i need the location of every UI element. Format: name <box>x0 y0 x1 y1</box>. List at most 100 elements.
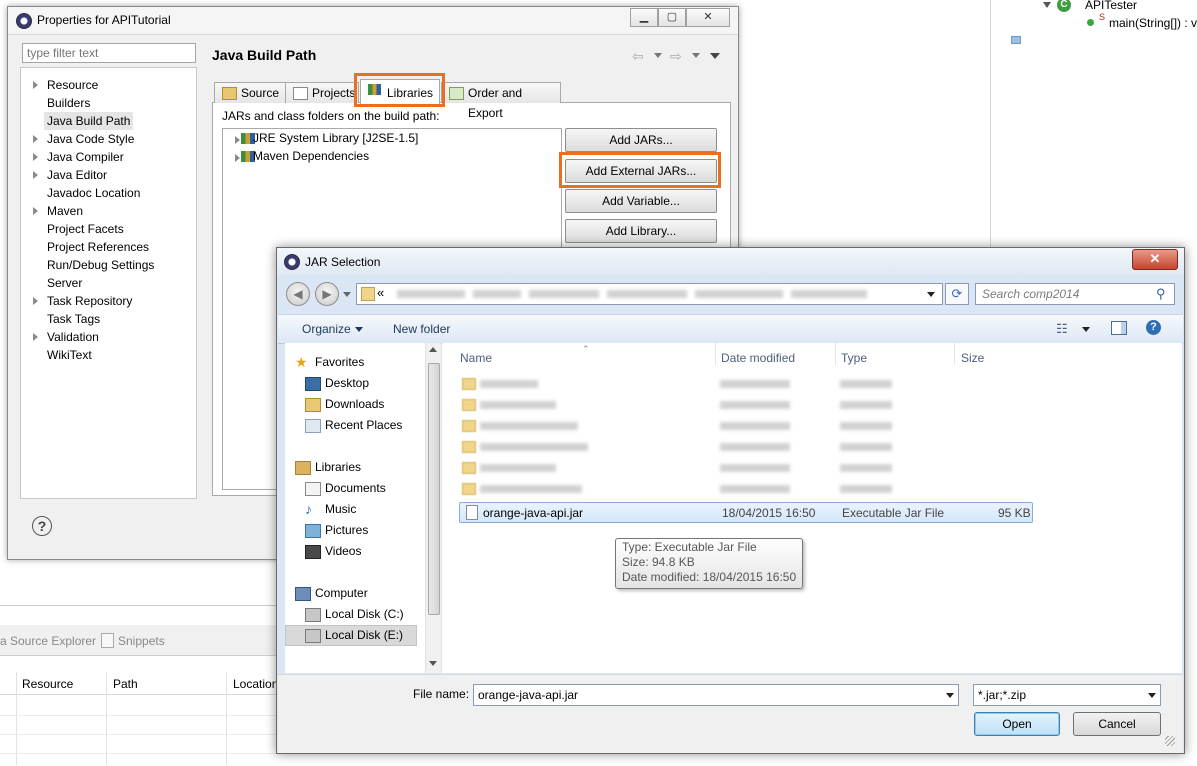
scroll-up-icon[interactable] <box>429 347 437 352</box>
nav-item[interactable]: Builders <box>47 94 90 112</box>
forward-button[interactable]: ▶ <box>315 282 339 306</box>
nav-item[interactable]: Task Repository <box>47 292 132 310</box>
expand-arrow-icon[interactable] <box>33 135 38 143</box>
col-date-modified[interactable]: Date modified <box>721 351 795 365</box>
nav-item[interactable]: Java Editor <box>47 166 107 184</box>
resize-grip-icon[interactable] <box>1165 736 1175 746</box>
nav-item[interactable]: Task Tags <box>47 310 100 328</box>
selected-file-row[interactable]: orange-java-api.jar 18/04/2015 16:50 Exe… <box>459 502 1033 523</box>
tab-source[interactable]: Source <box>214 82 288 103</box>
scroll-down-icon[interactable] <box>429 661 437 666</box>
close-button[interactable]: ✕ <box>686 8 730 27</box>
table-row[interactable] <box>458 416 1018 435</box>
filter-input[interactable] <box>22 43 196 63</box>
col-location[interactable]: Location <box>233 677 278 691</box>
nav-pane-item[interactable]: Computer <box>315 584 368 602</box>
forward-arrow-icon[interactable]: ⇨ <box>670 48 682 65</box>
search-icon[interactable]: ⚲ <box>1156 286 1166 302</box>
table-row[interactable] <box>458 395 1018 414</box>
library-maven-dependencies[interactable]: Maven Dependencies <box>253 147 369 165</box>
nav-pane-item[interactable]: Recent Places <box>325 416 402 434</box>
expand-arrow-icon[interactable] <box>1043 2 1051 8</box>
nav-item[interactable]: Java Build Path <box>44 112 134 130</box>
view-icon[interactable]: ☷ <box>1056 321 1068 337</box>
add-jars-button[interactable]: Add JARs... <box>565 128 717 152</box>
view-menu-icon[interactable] <box>710 53 720 63</box>
jar-dialog-title-bar[interactable]: JAR Selection ✕ <box>277 248 1184 275</box>
col-path[interactable]: Path <box>113 677 138 691</box>
nav-pane-item[interactable]: Music <box>325 500 356 518</box>
table-row[interactable] <box>458 458 1018 477</box>
add-library-button[interactable]: Add Library... <box>565 219 717 243</box>
table-row[interactable] <box>458 437 1018 456</box>
nav-item[interactable]: Java Code Style <box>47 130 134 148</box>
minimize-button[interactable]: ▁ <box>630 8 658 27</box>
add-variable-button[interactable]: Add Variable... <box>565 189 717 213</box>
expand-arrow-icon[interactable] <box>33 297 38 305</box>
new-folder-button[interactable]: New folder <box>393 322 450 336</box>
tab-projects[interactable]: Projects <box>285 82 359 103</box>
scrollbar-thumb[interactable] <box>428 363 440 615</box>
nav-pane-item[interactable]: Videos <box>325 542 361 560</box>
col-name[interactable]: Name <box>460 351 492 365</box>
nav-item[interactable]: Validation <box>47 328 99 346</box>
refresh-icon[interactable]: ⟳ <box>945 283 969 305</box>
expand-arrow-icon[interactable] <box>33 171 38 179</box>
expand-arrow-icon[interactable] <box>33 81 38 89</box>
back-dropdown-icon[interactable] <box>654 53 662 62</box>
nav-pane-item[interactable]: Local Disk (C:) <box>325 605 404 623</box>
nav-pane-item[interactable]: Downloads <box>325 395 384 413</box>
tab-order-and-export[interactable]: Order and Export <box>441 82 561 120</box>
filter-dropdown-icon[interactable] <box>1148 693 1156 698</box>
nav-pane-item[interactable]: Local Disk (E:) <box>325 626 403 644</box>
nav-pane-item[interactable]: Documents <box>325 479 386 497</box>
close-button[interactable]: ✕ <box>1132 249 1178 270</box>
col-type[interactable]: Type <box>841 351 867 365</box>
nav-item[interactable]: Resource <box>47 76 98 94</box>
help-icon[interactable]: ? <box>1146 320 1161 335</box>
tab-snippets[interactable]: Snippets <box>118 634 165 648</box>
back-button[interactable]: ◀ <box>286 282 310 306</box>
tab-source-explorer[interactable]: a Source Explorer <box>0 634 96 648</box>
expand-arrow-icon[interactable] <box>33 153 38 161</box>
nav-item[interactable]: Javadoc Location <box>47 184 140 202</box>
expand-arrow-icon[interactable] <box>235 154 240 162</box>
expand-arrow-icon[interactable] <box>33 333 38 341</box>
outline-method-label[interactable]: main(String[]) : v <box>1109 16 1197 30</box>
nav-item[interactable]: Maven <box>47 202 83 220</box>
expand-arrow-icon[interactable] <box>33 207 38 215</box>
outline-class-label[interactable]: APITester <box>1085 0 1137 12</box>
col-size[interactable]: Size <box>961 351 984 365</box>
organize-button[interactable]: Organize <box>302 322 351 336</box>
navigation-scrollbar[interactable] <box>425 343 441 673</box>
col-resource[interactable]: Resource <box>22 677 73 691</box>
nav-pane-item[interactable]: Pictures <box>325 521 368 539</box>
library-jre-system[interactable]: JRE System Library [J2SE-1.5] <box>253 129 418 147</box>
nav-item[interactable]: Run/Debug Settings <box>47 256 154 274</box>
nav-item[interactable]: WikiText <box>47 346 92 364</box>
file-type-filter[interactable]: *.jar;*.zip <box>973 684 1161 706</box>
maximize-button[interactable]: ▢ <box>658 8 686 27</box>
table-row[interactable] <box>458 374 1018 393</box>
table-row[interactable] <box>458 479 1018 498</box>
nav-pane-item[interactable]: Desktop <box>325 374 369 392</box>
help-icon[interactable]: ? <box>32 516 52 536</box>
nav-pane-item[interactable]: Favorites <box>315 353 364 371</box>
file-name-input[interactable]: orange-java-api.jar <box>473 684 959 706</box>
forward-dropdown-icon[interactable] <box>692 53 700 62</box>
organize-dropdown-icon[interactable] <box>355 327 363 332</box>
view-dropdown-icon[interactable] <box>1082 327 1090 332</box>
recent-locations-icon[interactable] <box>343 292 351 297</box>
column-divider[interactable] <box>835 343 836 365</box>
nav-item[interactable]: Project References <box>47 238 149 256</box>
nav-pane-item[interactable]: Libraries <box>315 458 361 476</box>
preview-pane-icon[interactable] <box>1111 321 1127 335</box>
nav-item[interactable]: Server <box>47 274 82 292</box>
open-button[interactable]: Open <box>974 712 1060 736</box>
address-bar[interactable]: « <box>356 283 943 305</box>
address-dropdown-icon[interactable] <box>927 292 935 297</box>
properties-title-bar[interactable]: Properties for APITutorial ▁ ▢ ✕ <box>8 7 738 35</box>
nav-item[interactable]: Project Facets <box>47 220 124 238</box>
nav-item[interactable]: Java Compiler <box>47 148 124 166</box>
search-input[interactable]: Search comp2014 ⚲ <box>975 283 1175 305</box>
